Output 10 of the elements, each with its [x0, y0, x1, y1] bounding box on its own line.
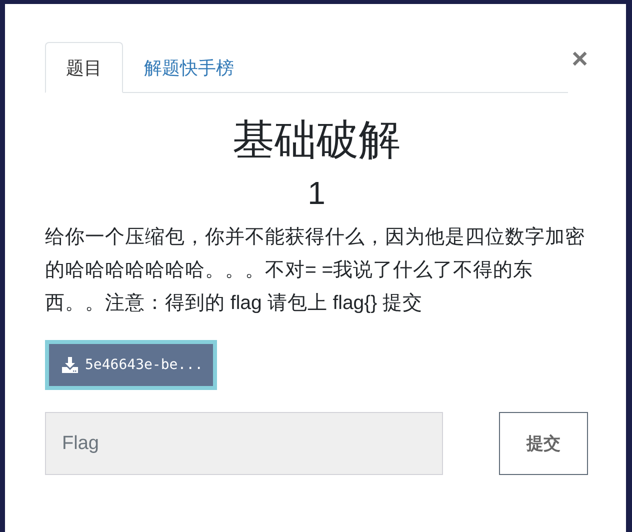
challenge-title: 基础破解 — [232, 115, 402, 165]
download-button[interactable]: 5e46643e-be... — [45, 340, 218, 390]
tab[interactable]: 解题快手榜 — [123, 42, 255, 93]
flag-input[interactable]: Flag — [45, 412, 443, 475]
challenge-points: 1 — [306, 174, 326, 213]
submit-button[interactable]: 提交 — [499, 412, 588, 475]
close-button[interactable]: × — [572, 44, 588, 74]
challenge-description: 给你一个压缩包，你并不能获得什么，因为他是四位数字加密的哈哈哈哈哈哈哈。。。不对= =我说了什么了不得的东西。。注意：得到的 flag 请包上 flag{} 提交 — [45, 225, 586, 316]
tab[interactable]: 题目 — [45, 42, 123, 93]
download-icon — [61, 356, 79, 374]
